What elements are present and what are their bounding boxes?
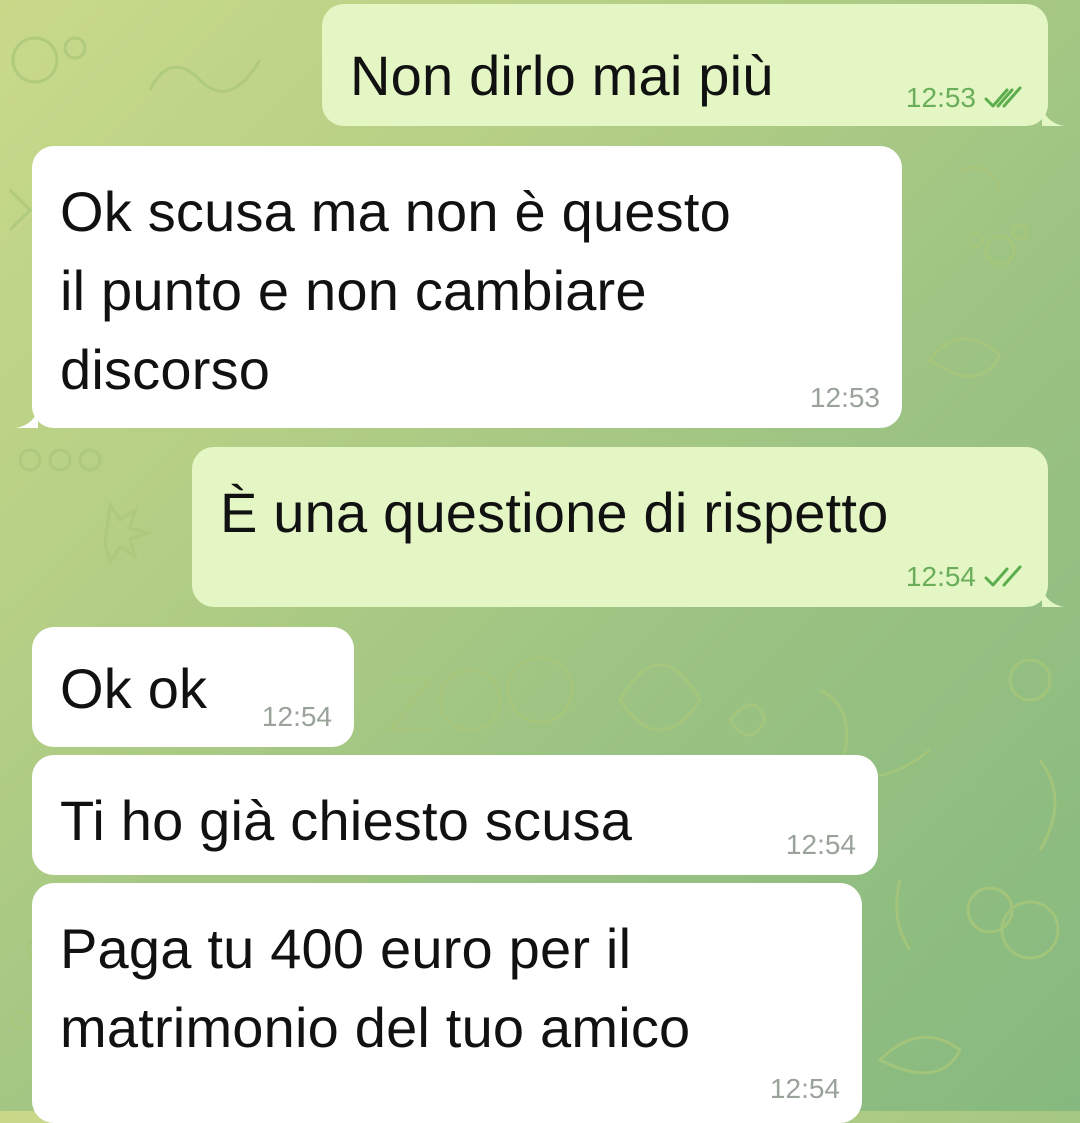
- read-double-check-icon: [984, 565, 1022, 587]
- message-time: 12:54: [261, 701, 332, 732]
- message-text: Paga tu 400 euro per il matrimonio del t…: [60, 917, 691, 1059]
- message-time: 12:54: [769, 1073, 840, 1104]
- message-bubble-outgoing[interactable]: Non dirlo mai più 12:53: [322, 4, 1064, 126]
- message-time: 12:53: [809, 382, 880, 413]
- read-double-check-icon: [984, 86, 1022, 108]
- message-meta: 12:54: [262, 701, 332, 733]
- message-bubble-incoming[interactable]: Paga tu 400 euro per il matrimonio del t…: [32, 883, 862, 1123]
- message-meta: 12:53: [810, 382, 880, 414]
- message-text: Ok ok: [60, 657, 208, 720]
- message-meta: 12:53: [906, 82, 1024, 114]
- message-bubble-incoming[interactable]: Ok scusa ma non è questo il punto e non …: [16, 146, 902, 428]
- message-text: Ok scusa ma non è questo il punto e non …: [60, 180, 731, 401]
- message-bubble-incoming[interactable]: Ti ho già chiesto scusa 12:54: [32, 755, 878, 875]
- message-time: 12:53: [905, 82, 976, 113]
- message-text: È una questione di rispetto: [220, 481, 889, 544]
- message-bubble-outgoing[interactable]: È una questione di rispetto 12:54: [192, 447, 1064, 607]
- bubble-tail: [16, 406, 38, 428]
- message-text: Ti ho già chiesto scusa: [60, 789, 633, 852]
- bubble-tail: [1042, 585, 1064, 607]
- message-meta: 12:54: [786, 829, 856, 861]
- message-time: 12:54: [785, 829, 856, 860]
- bubble-tail: [1042, 104, 1064, 126]
- message-time: 12:54: [905, 561, 976, 592]
- message-text: Non dirlo mai più: [350, 44, 774, 107]
- message-meta: 12:54: [906, 561, 1024, 593]
- message-meta: 12:54: [770, 1073, 840, 1105]
- message-bubble-incoming[interactable]: Ok ok 12:54: [32, 627, 354, 747]
